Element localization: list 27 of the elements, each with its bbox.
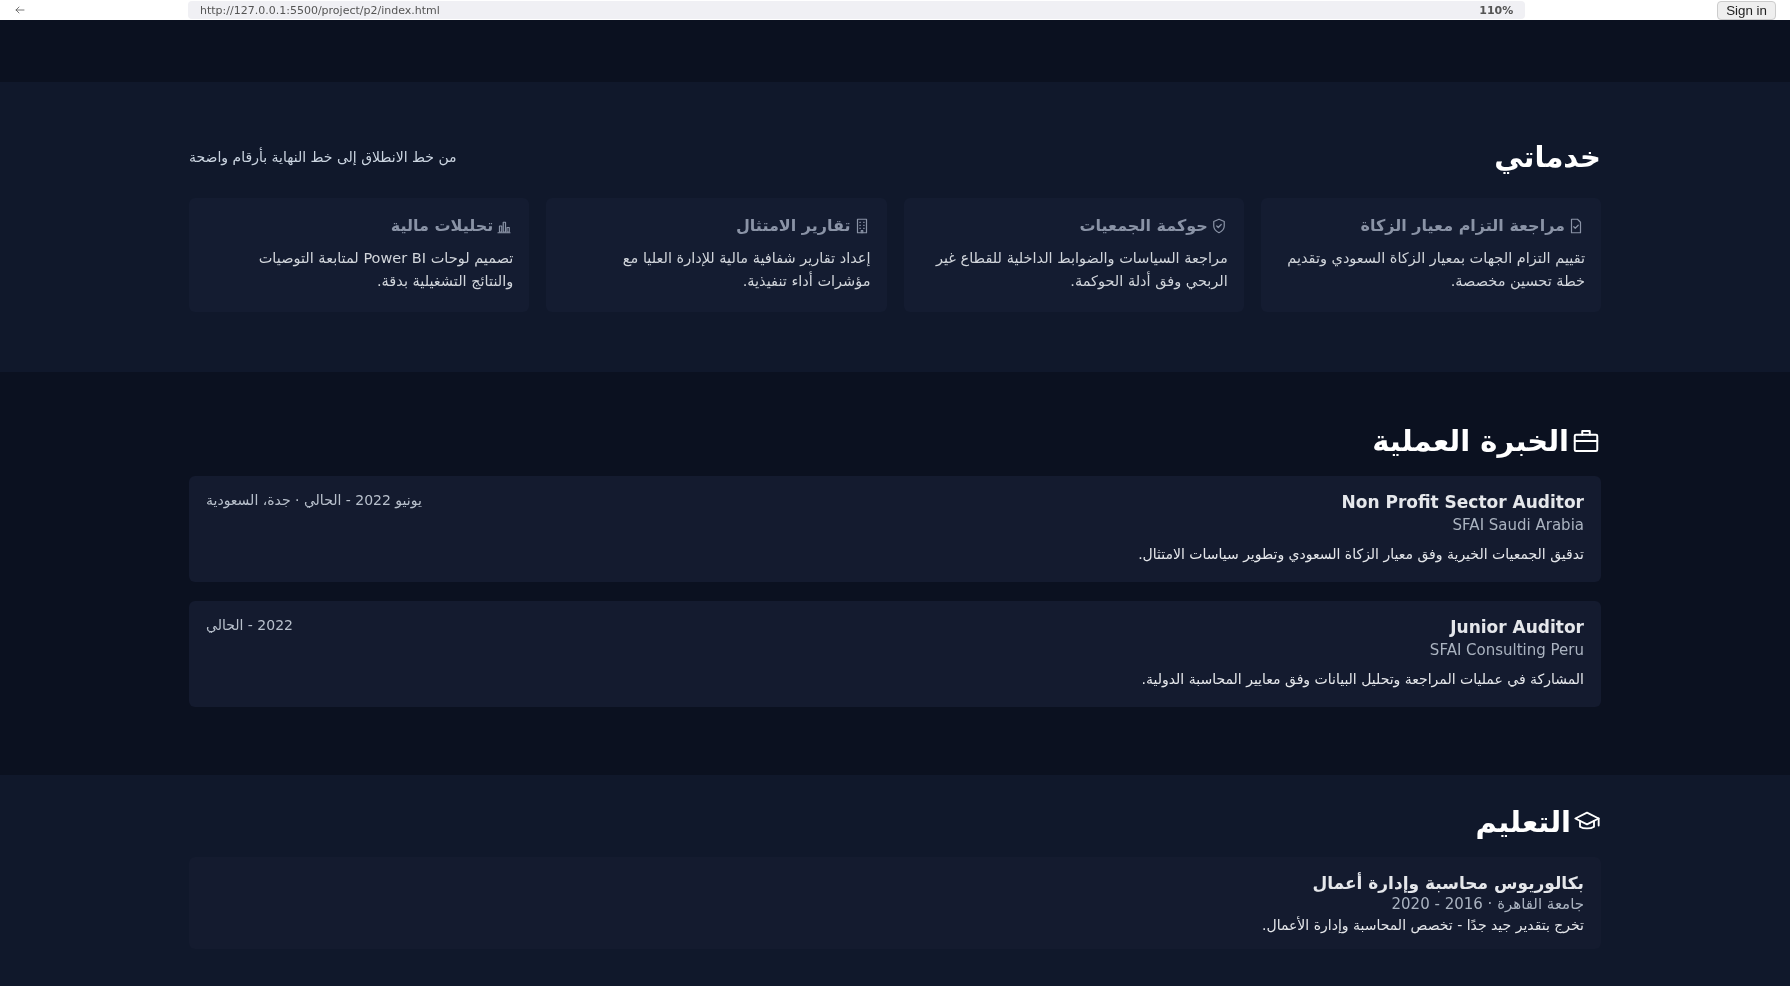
section-title: الخبرة العملية [1372, 424, 1569, 458]
service-title: تحليلات مالية [390, 216, 494, 235]
job-description: المشاركة في عمليات المراجعة وتحليل البيانات وفق معايير المحاسبة الدولية. [1140, 671, 1584, 687]
section-subtitle: من خط الانطلاق إلى خط النهاية بأرقام واضحة [189, 149, 457, 165]
section-title: التعليم [1475, 805, 1571, 839]
service-title: مراجعة التزام معيار الزكاة [1360, 216, 1565, 235]
service-title: تقارير الامتثال [735, 216, 851, 235]
back-arrow-icon [14, 4, 26, 16]
service-description: تصميم لوحات Power BI لمتابعة التوصيات والنتائج التشغيلية بدقة. [257, 249, 514, 292]
service-description: مراجعة السياسات والضوابط الداخلية للقطاع غير الربحي وفق أدلة الحوكمة. [934, 249, 1228, 292]
education-description: تخرج بتقدير جيد جدًا - تخصص المحاسبة وإدارة الأعمال. [1261, 917, 1584, 933]
address-bar[interactable]: http://127.0.0.1:5500/project/p2/index.html 110% [188, 1, 1526, 19]
job-period: يونيو 2022 - الحالي · جدة، السعودية [206, 492, 422, 511]
job-description: تدقيق الجمعيات الخيرية وفق معيار الزكاة السعودي وتطوير سياسات الامتثال. [1137, 546, 1584, 562]
company-name: SFAI Consulting Peru [1428, 641, 1584, 659]
job-title: Non Profit Sector Auditor [1341, 492, 1584, 512]
degree-title: بكالوريوس محاسبة وإدارة أعمال [1311, 873, 1584, 893]
sign-in-button[interactable]: Sign in [1717, 0, 1776, 20]
service-description: إعداد تقارير شفافية مالية للإدارة العليا مع مؤشرات أداء تنفيذية. [621, 249, 871, 292]
company-name: SFAI Saudi Arabia [1451, 516, 1584, 534]
section-title: خدماتي [1494, 140, 1601, 174]
zoom-level[interactable]: 110% [1479, 3, 1514, 17]
service-title: حوكمة الجمعيات [1079, 216, 1208, 235]
service-description: تقييم التزام الجهات بمعيار الزكاة السعودي وتقديم خطة تحسين مخصصة. [1286, 249, 1585, 292]
education-details: جامعة القاهرة · 2016 - 2020 [1390, 895, 1584, 913]
job-period: 2022 - الحالي [206, 617, 293, 635]
job-title: Junior Auditor [1450, 617, 1584, 637]
